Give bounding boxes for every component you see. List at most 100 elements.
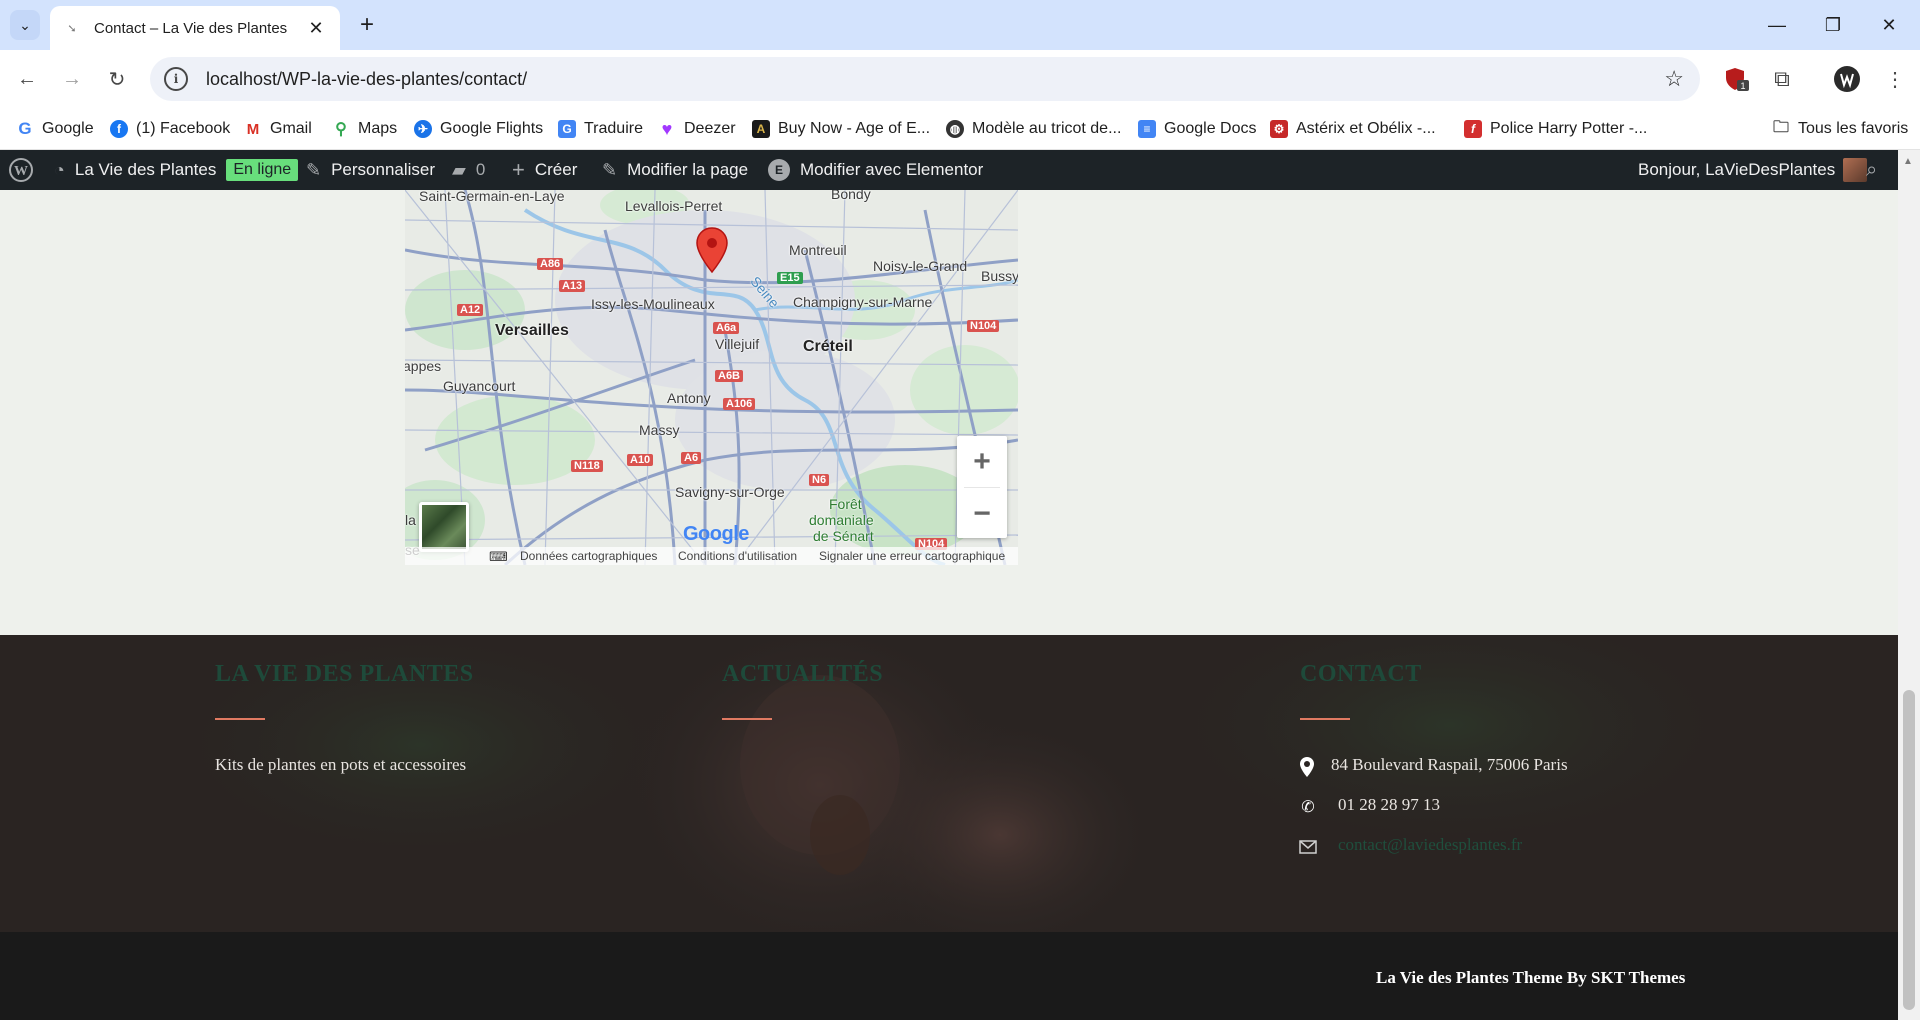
close-window-button[interactable]: ✕ (1874, 10, 1904, 40)
map-label-levallois: Levallois-Perret (625, 198, 723, 214)
knitting-icon: ◍ (946, 120, 964, 138)
road-shield-a10: A10 (627, 454, 654, 466)
forward-button[interactable]: → (57, 64, 87, 94)
bookmark-age-of-empires[interactable]: A Buy Now - Age of E... (752, 118, 930, 140)
map-label-antony: Antony (667, 390, 711, 406)
footer-email-link[interactable]: contact@laviedesplantes.fr (1338, 835, 1522, 855)
map-report-link[interactable]: Signaler une erreur cartographique (819, 549, 1005, 563)
footer-underline (215, 718, 265, 720)
copyright-bar: La Vie des Plantes Theme By SKT Themes (0, 932, 1898, 1020)
customize-link[interactable]: ✎ Personnaliser (306, 150, 435, 190)
font-icon: f (1464, 120, 1482, 138)
minimize-button[interactable]: — (1762, 10, 1792, 40)
bookmark-police-harry-potter[interactable]: f Police Harry Potter -... (1464, 118, 1647, 140)
map-label-creteil: Créteil (803, 338, 853, 355)
reload-button[interactable]: ↻ (102, 64, 132, 94)
google-map[interactable]: Saint-Germain-en-Laye Levallois-Perret B… (405, 190, 1018, 565)
map-label-noisy: Noisy-le-Grand (873, 258, 968, 274)
site-name-menu[interactable]: ◔ La Vie des Plantes En ligne (54, 150, 299, 190)
map-label-massy: Massy (639, 422, 680, 438)
footer-underline (722, 718, 772, 720)
edit-elementor-link[interactable]: E Modifier avec Elementor (768, 150, 983, 190)
comments-count: 0 (475, 160, 486, 179)
admin-search-icon[interactable]: ⌕ (1866, 150, 1877, 190)
phone-icon: ✆ (1301, 799, 1315, 816)
map-label-guyancourt: Guyancourt (443, 378, 516, 394)
page-scrollbar[interactable]: ▲ (1898, 150, 1920, 1020)
wp-logo-menu[interactable]: W (8, 150, 34, 190)
comments-link[interactable]: ▰ 0 (452, 150, 485, 190)
map-label-domaniale: domaniale (809, 512, 874, 528)
map-label-issy: Issy-les-Moulineaux (591, 296, 715, 312)
active-tab[interactable]: ➘ Contact – La Vie des Plantes ✕ (50, 6, 340, 50)
site-status-badge: En ligne (226, 159, 299, 181)
bookmark-star-icon[interactable]: ☆ (1664, 66, 1684, 92)
asterix-icon: ⚙ (1270, 120, 1288, 138)
bookmark-maps[interactable]: ⚲ Maps (332, 118, 397, 140)
bookmark-google-docs[interactable]: ≡ Google Docs (1138, 118, 1257, 140)
extension-badge: 1 (1740, 81, 1745, 91)
map-satellite-toggle[interactable] (419, 502, 469, 552)
bookmark-google[interactable]: G Google (16, 118, 93, 140)
extensions-puzzle-icon[interactable]: ⧉ (1767, 64, 1797, 94)
road-shield-a6: A6 (681, 452, 702, 464)
bookmark-label: Google Flights (440, 120, 544, 137)
map-terms-link[interactable]: Conditions d'utilisation (678, 549, 797, 563)
bookmark-tricot[interactable]: ◍ Modèle au tricot de... (946, 118, 1121, 140)
zoom-in-button[interactable]: + (957, 436, 1007, 487)
bookmark-traduire[interactable]: G Traduire (558, 118, 643, 140)
my-account-menu[interactable]: Bonjour, LaVieDesPlantes (1638, 150, 1868, 190)
paintbrush-icon: ✎ (306, 159, 322, 180)
plus-icon: + (512, 157, 525, 182)
site-info-icon[interactable]: i (164, 67, 188, 91)
chevron-down-icon: ⌄ (19, 16, 31, 33)
bookmark-label: Traduire (584, 120, 643, 137)
close-tab-icon[interactable]: ✕ (306, 18, 326, 39)
scroll-up-arrow-icon[interactable]: ▲ (1903, 156, 1913, 167)
url-text[interactable]: localhost/WP-la-vie-des-plantes/contact/ (206, 69, 1664, 90)
new-tab-button[interactable]: + (352, 10, 382, 40)
bookmark-label: Police Harry Potter -... (1490, 120, 1648, 137)
extension-shield-icon[interactable]: 1 (1722, 64, 1752, 94)
bookmark-deezer[interactable]: ♥ Deezer (658, 118, 736, 140)
footer-address: 84 Boulevard Raspail, 75006 Paris (1331, 755, 1568, 774)
map-label-montreuil: Montreuil (789, 242, 847, 258)
road-shield-n6: N6 (809, 474, 830, 486)
tab-search-button[interactable]: ⌄ (10, 10, 40, 40)
bookmark-label: Modèle au tricot de... (972, 120, 1122, 137)
menu-kebab-icon[interactable]: ⋮ (1880, 64, 1910, 94)
create-label: Créer (534, 160, 578, 179)
road-shield-a6b: A6B (715, 370, 744, 382)
bookmark-facebook[interactable]: f (1) Facebook (110, 118, 230, 140)
road-shield-e15: E15 (777, 272, 803, 284)
maps-icon: ⚲ (335, 121, 347, 138)
map-label-bussy: Bussy (981, 268, 1018, 284)
bookmarks-bar: G Google f (1) Facebook M Gmail ⚲ Maps ✈… (0, 108, 1920, 150)
bookmark-asterix[interactable]: ⚙ Astérix et Obélix -... (1270, 118, 1436, 140)
restore-button[interactable]: ❐ (1818, 10, 1848, 40)
flights-icon: ✈ (414, 120, 432, 138)
map-data-link[interactable]: Données cartographiques (520, 549, 657, 563)
page-content: Saint-Germain-en-Laye Levallois-Perret B… (0, 190, 1898, 1020)
road-shield-a13: A13 (559, 280, 586, 292)
keyboard-shortcuts-icon[interactable]: ⌨ (489, 549, 508, 565)
bookmark-google-flights[interactable]: ✈ Google Flights (414, 118, 543, 140)
bookmark-gmail[interactable]: M Gmail (244, 118, 312, 140)
map-marker-icon[interactable] (695, 226, 729, 274)
edit-page-link[interactable]: ✎ Modifier la page (602, 150, 748, 190)
road-shield-n118: N118 (571, 460, 603, 472)
footer-title-news: ACTUALITÉS (722, 661, 884, 687)
road-shield-a12: A12 (457, 304, 484, 316)
zoom-out-button[interactable]: − (957, 488, 1007, 539)
create-menu[interactable]: + Créer (512, 150, 577, 190)
all-bookmarks-label: Tous les favoris (1798, 120, 1909, 137)
footer-about-text: Kits de plantes en pots et accessoires (215, 755, 467, 774)
bookmark-label: (1) Facebook (136, 120, 231, 137)
address-bar[interactable]: i localhost/WP-la-vie-des-plantes/contac… (150, 57, 1700, 101)
all-bookmarks-folder[interactable]: 🗀 Tous les favoris (1772, 118, 1908, 140)
scrollbar-thumb[interactable] (1903, 690, 1915, 1010)
back-button[interactable]: ← (12, 64, 42, 94)
map-label-appes: appes (405, 358, 442, 374)
gmail-icon: M (246, 120, 260, 138)
profile-avatar[interactable] (1832, 64, 1862, 94)
